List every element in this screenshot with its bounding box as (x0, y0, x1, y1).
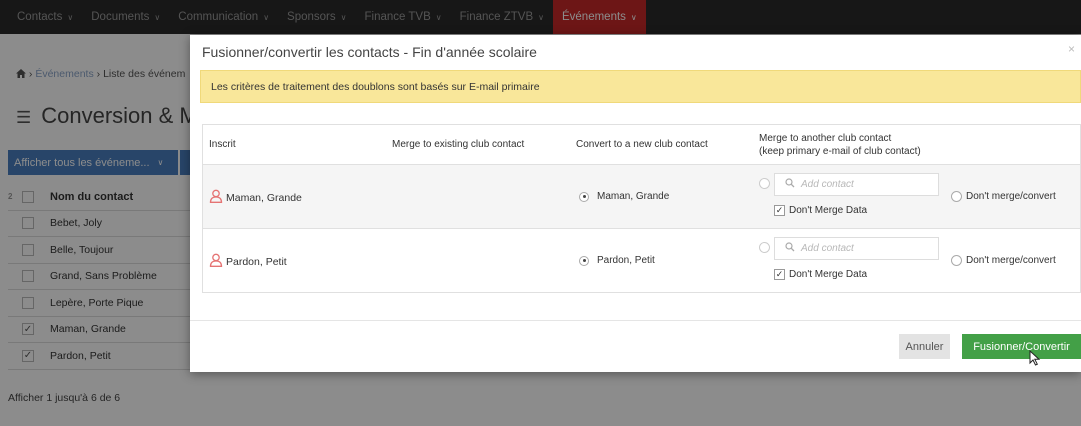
column-header-existing: Merge to existing club contact (392, 139, 525, 150)
dont-merge-convert-radio[interactable] (951, 191, 962, 202)
footer-divider (190, 320, 1081, 321)
inscrit-name: Maman, Grande (226, 191, 302, 204)
alert-text: Les critères de traitement des doublons … (211, 80, 540, 93)
convert-new-option[interactable]: Pardon, Petit (576, 255, 655, 266)
merge-other-option[interactable] (759, 178, 770, 189)
inscrit-cell: Pardon, Petit (209, 253, 287, 270)
convert-new-label: Maman, Grande (597, 191, 670, 202)
merge-other-option[interactable] (759, 242, 770, 253)
dont-merge-convert-option[interactable]: Don't merge/convert (951, 191, 1056, 202)
search-icon (785, 178, 795, 191)
merge-other-radio[interactable] (759, 242, 770, 253)
convert-new-label: Pardon, Petit (597, 255, 655, 266)
convert-new-radio[interactable] (579, 191, 589, 202)
dont-merge-data-option[interactable]: ✓ Don't Merge Data (774, 205, 867, 216)
merge-row: Maman, Grande Maman, Grande Add contact … (203, 165, 1080, 229)
dont-merge-data-checkbox[interactable]: ✓ (774, 205, 785, 216)
duplicate-criteria-alert: Les critères de traitement des doublons … (200, 70, 1081, 103)
merge-convert-button[interactable]: Fusionner/Convertir (962, 334, 1081, 359)
dont-merge-data-label: Don't Merge Data (789, 205, 868, 216)
add-contact-placeholder: Add contact (801, 243, 854, 254)
dialog-title: Fusionner/convertir les contacts - Fin d… (202, 44, 537, 60)
merge-table-header: Inscrit Merge to existing club contact C… (203, 125, 1080, 165)
dont-merge-data-checkbox[interactable]: ✓ (774, 269, 785, 280)
cancel-button[interactable]: Annuler (899, 334, 950, 359)
convert-new-option[interactable]: Maman, Grande (576, 191, 669, 202)
user-icon (209, 253, 223, 270)
add-contact-input[interactable]: Add contact (774, 173, 939, 196)
dont-merge-convert-option[interactable]: Don't merge/convert (951, 255, 1056, 266)
column-header-merge: Merge to another club contact (keep prim… (759, 132, 921, 158)
inscrit-name: Pardon, Petit (226, 255, 287, 268)
search-icon (785, 242, 795, 255)
merge-row: Pardon, Petit Pardon, Petit Add contact … (203, 229, 1080, 293)
dont-merge-data-label: Don't Merge Data (789, 269, 868, 280)
add-contact-input[interactable]: Add contact (774, 237, 939, 260)
add-contact-placeholder: Add contact (801, 179, 854, 190)
dont-merge-data-option[interactable]: ✓ Don't Merge Data (774, 269, 867, 280)
dont-merge-convert-label: Don't merge/convert (966, 255, 1056, 266)
inscrit-cell: Maman, Grande (209, 189, 302, 206)
merge-table: Inscrit Merge to existing club contact C… (202, 124, 1081, 293)
dont-merge-convert-label: Don't merge/convert (966, 191, 1056, 202)
convert-new-radio[interactable] (579, 255, 589, 266)
column-header-merge-line2: (keep primary e-mail of club contact) (759, 146, 921, 157)
column-header-new: Convert to a new club contact (576, 139, 708, 150)
column-header-merge-line1: Merge to another club contact (759, 133, 892, 144)
user-icon (209, 189, 223, 206)
column-header-inscrit: Inscrit (209, 139, 236, 150)
merge-other-radio[interactable] (759, 178, 770, 189)
merge-dialog: Fusionner/convertir les contacts - Fin d… (190, 35, 1081, 372)
mouse-cursor-icon (1029, 349, 1041, 369)
dont-merge-convert-radio[interactable] (951, 255, 962, 266)
close-icon[interactable]: × (1068, 42, 1075, 56)
